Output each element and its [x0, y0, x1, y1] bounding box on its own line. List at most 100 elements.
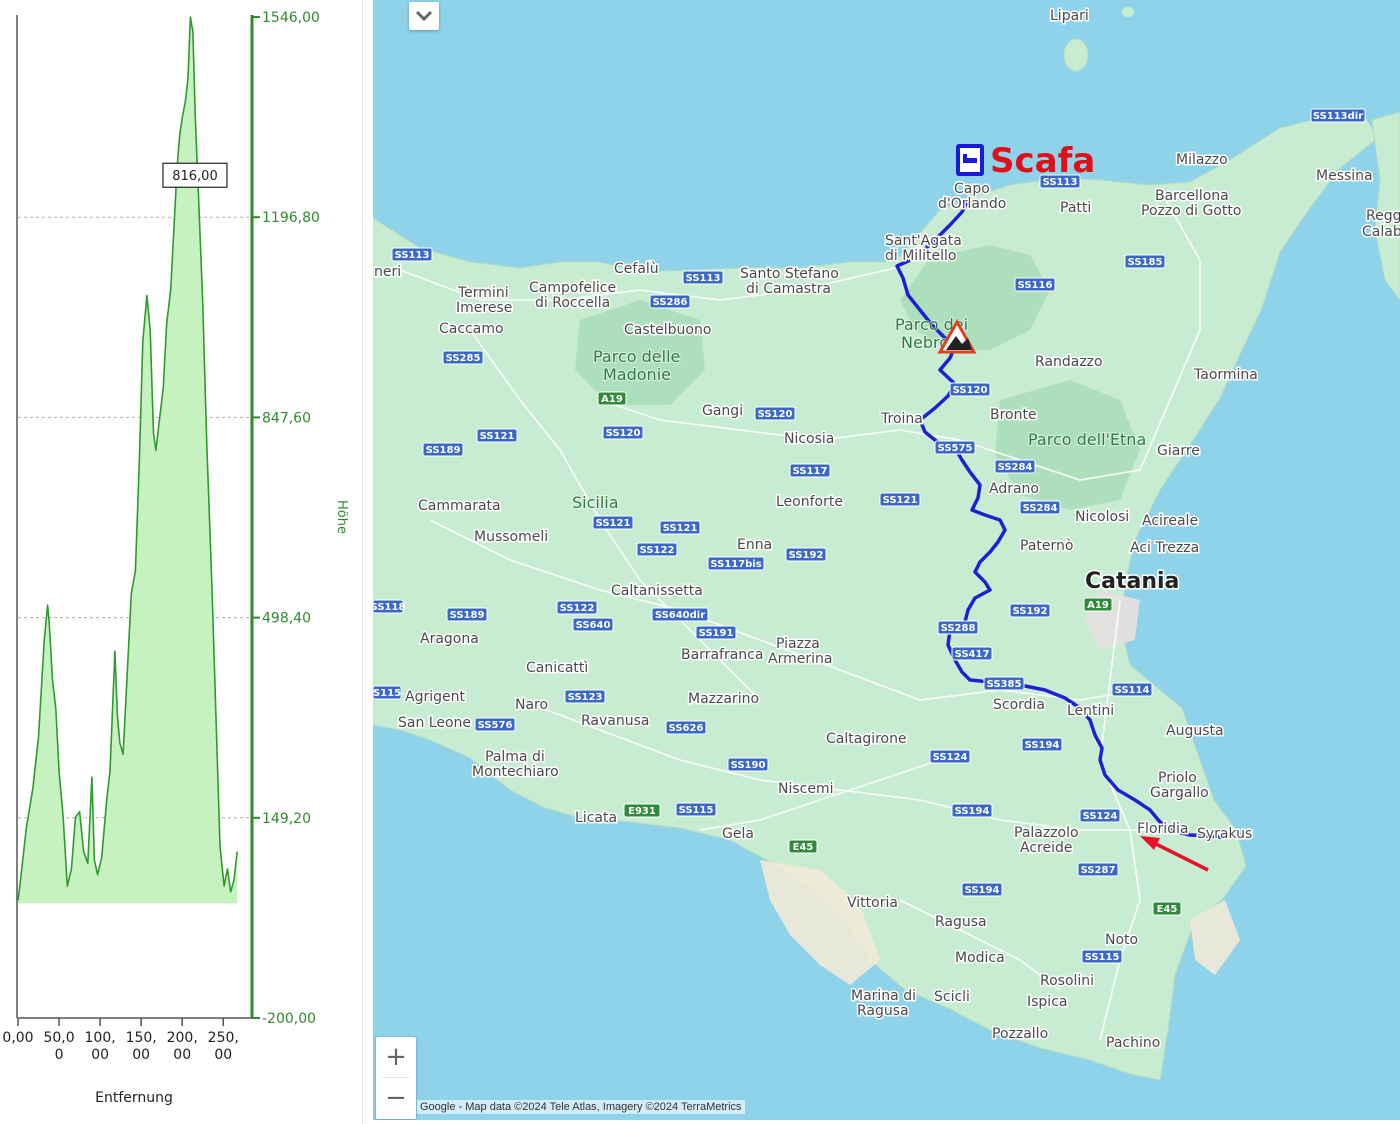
place-label[interactable]: Niscemi: [777, 780, 836, 799]
place-label[interactable]: Messina: [1315, 167, 1375, 186]
start-marker-label: Scafa: [990, 141, 1095, 181]
place-label[interactable]: Acreide: [1019, 839, 1074, 858]
place-label[interactable]: Gela: [721, 825, 756, 844]
place-label[interactable]: Mussomeli: [473, 528, 550, 547]
place-label[interactable]: Leonforte: [775, 493, 845, 512]
place-label[interactable]: Sant'Agata: [884, 232, 964, 251]
place-label[interactable]: Campofelice: [528, 279, 618, 298]
place-label[interactable]: Gangi: [701, 402, 745, 421]
place-label[interactable]: Canicattì: [525, 659, 590, 678]
place-label[interactable]: Scordia: [992, 696, 1047, 715]
place-label[interactable]: Troina: [879, 410, 925, 429]
place-label[interactable]: Patti: [1059, 199, 1093, 218]
collapse-button[interactable]: [409, 2, 439, 30]
start-marker[interactable]: Scafa: [956, 141, 1095, 181]
place-label[interactable]: di Camastra: [745, 280, 833, 299]
place-label[interactable]: Augusta: [1165, 722, 1226, 741]
place-label[interactable]: Ragusa: [856, 1002, 911, 1021]
map-canvas[interactable]: LipariMilazzoMessinaReggCalabBarcellonaP…: [373, 0, 1400, 1120]
road-shield: SS190: [727, 757, 769, 772]
place-label[interactable]: Taormina: [1192, 366, 1260, 385]
place-label[interactable]: Pozzallo: [991, 1025, 1050, 1044]
place-label[interactable]: Rosolini: [1039, 972, 1096, 991]
place-label[interactable]: Nicosia: [783, 430, 836, 449]
place-label[interactable]: Licata: [574, 809, 619, 828]
place-label[interactable]: Palma di: [484, 748, 547, 767]
zoom-out-button[interactable]: −: [376, 1078, 416, 1118]
place-label[interactable]: Acireale: [1141, 512, 1200, 531]
place-label[interactable]: Lipari: [1049, 7, 1091, 26]
place-label[interactable]: Ragusa: [934, 913, 989, 932]
place-label[interactable]: Piazza: [775, 635, 822, 654]
place-label[interactable]: Noto: [1104, 931, 1140, 950]
place-label[interactable]: Imerese: [455, 299, 514, 318]
city-label[interactable]: Catania: [1084, 568, 1181, 596]
place-label[interactable]: Marina di: [850, 987, 918, 1006]
place-label[interactable]: Santo Stefano: [739, 265, 841, 284]
road-shield: SS116: [1014, 277, 1056, 292]
road-shield: SS640: [572, 617, 614, 632]
place-label[interactable]: Vittoria: [846, 894, 900, 913]
elevation-profile-panel: 1546,00 1196,80 847,60 498,40 149,20 -200,00 …: [0, 0, 363, 1124]
place-label[interactable]: Priolo: [1157, 769, 1199, 788]
place-label[interactable]: Calab: [1361, 223, 1400, 242]
place-label[interactable]: di Roccella: [534, 294, 612, 313]
map-view[interactable]: Lipari Milazzo Messina Regg Calab Barcellona P…: [373, 0, 1400, 1120]
tooltip-value: 816,00: [172, 169, 218, 184]
x-tick-label: 00: [214, 1047, 232, 1063]
place-label[interactable]: Naro: [514, 696, 550, 715]
place-label[interactable]: Scicli: [933, 988, 972, 1007]
place-label[interactable]: Termini: [456, 284, 511, 303]
place-label[interactable]: Randazzo: [1034, 353, 1105, 372]
place-label[interactable]: Montechiaro: [471, 763, 561, 782]
place-label[interactable]: Caltanissetta: [610, 582, 705, 601]
road-shield-label: SS288: [941, 623, 976, 634]
place-label[interactable]: Cammarata: [417, 497, 503, 516]
place-label[interactable]: Nicolosi: [1074, 508, 1131, 527]
road-shield: SS189: [422, 442, 464, 457]
zoom-in-button[interactable]: +: [376, 1037, 416, 1077]
place-label[interactable]: Modica: [954, 949, 1007, 968]
road-shield-label: SS115: [679, 805, 714, 816]
place-label[interactable]: Syrakus: [1196, 825, 1254, 844]
road-shield: SS417: [951, 646, 993, 661]
place-label[interactable]: Agrigent: [404, 688, 467, 707]
place-label[interactable]: Gargallo: [1149, 784, 1211, 803]
place-label[interactable]: Pachino: [1105, 1034, 1162, 1053]
place-label[interactable]: Giarre: [1156, 442, 1202, 461]
map-attribution[interactable]: Google - Map data ©2024 Tele Atlas, Imag…: [417, 1100, 745, 1114]
place-label[interactable]: Cefalù: [613, 260, 661, 279]
place-label[interactable]: Aci Trezza: [1129, 539, 1201, 558]
place-label[interactable]: Ravanusa: [580, 712, 651, 731]
place-label[interactable]: Bronte: [989, 406, 1039, 425]
place-label[interactable]: Capo: [953, 180, 992, 199]
place-label[interactable]: Lentini: [1066, 702, 1116, 721]
place-label[interactable]: d'Orlando: [937, 195, 1008, 214]
place-label[interactable]: Regg: [1365, 207, 1400, 226]
place-label[interactable]: Pozzo di Gotto: [1140, 202, 1243, 221]
place-label[interactable]: Caccamo: [438, 320, 506, 339]
road-shield: SS120: [754, 406, 796, 421]
place-label[interactable]: Castelbuono: [623, 321, 713, 340]
y-tick-label: 1546,00: [262, 10, 320, 26]
region-label: Sicilia: [572, 493, 619, 512]
place-label[interactable]: Floridia: [1136, 820, 1191, 839]
road-shield-label: SS185: [1128, 257, 1163, 268]
place-label[interactable]: neri: [373, 263, 403, 282]
place-label[interactable]: di Militello: [884, 247, 958, 266]
place-label[interactable]: Ispica: [1026, 993, 1069, 1012]
place-label[interactable]: San Leone: [397, 714, 473, 733]
place-label[interactable]: Aragona: [419, 630, 481, 649]
place-label[interactable]: Barrafranca: [680, 646, 765, 665]
place-label[interactable]: Milazzo: [1175, 151, 1230, 170]
place-label[interactable]: Armerina: [767, 650, 834, 669]
place-label[interactable]: Palazzolo: [1013, 824, 1081, 843]
place-label[interactable]: Caltagirone: [825, 730, 909, 749]
place-label[interactable]: Mazzarino: [687, 690, 761, 709]
road-shield: SS114: [1111, 682, 1153, 697]
place-label[interactable]: Adrano: [988, 480, 1041, 499]
place-label[interactable]: Enna: [736, 536, 774, 555]
place-label[interactable]: Paternò: [1019, 537, 1075, 556]
place-label[interactable]: Barcellona: [1154, 187, 1231, 206]
road-shield: SS124: [929, 749, 971, 764]
